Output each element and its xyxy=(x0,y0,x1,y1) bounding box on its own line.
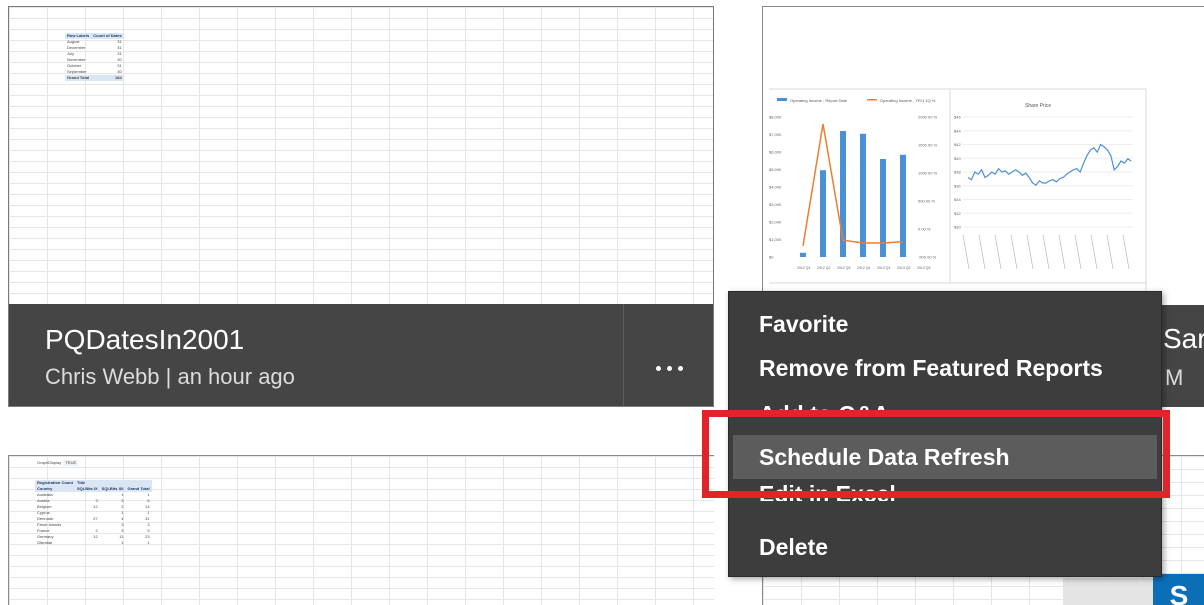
ellipsis-icon xyxy=(656,365,661,371)
table-cell: Gibraltar xyxy=(37,540,53,545)
y-tick-label: $36 xyxy=(954,183,961,188)
y-tick-label: $38 xyxy=(954,170,961,175)
table-cell: 1 xyxy=(147,540,150,545)
y-tick-label: $34 xyxy=(954,197,961,202)
x-tick-label: 2012 Q1 xyxy=(797,266,810,270)
legend-swatch xyxy=(777,98,787,101)
ellipsis-icon xyxy=(678,365,683,371)
y-tick-label: $32 xyxy=(954,211,961,216)
highlight-annotation xyxy=(702,410,1170,498)
report-tile-pqdates[interactable]: Row Labels Count of Dates August 31 Decem… xyxy=(8,6,714,407)
y-tick-label: $8,000 xyxy=(769,115,782,120)
y-tick-label: $2,000 xyxy=(769,220,782,225)
ellipsis-icon xyxy=(667,365,672,371)
x-tick-label: 2013 Q3 xyxy=(917,266,930,270)
chart-title: Share Price xyxy=(1025,103,1051,109)
y-tick-label: $40 xyxy=(954,156,961,161)
bar xyxy=(820,170,826,257)
x-tick-label: 2012 Q2 xyxy=(817,266,830,270)
sharepoint-icon: S xyxy=(1153,574,1204,605)
table-cell xyxy=(75,540,100,546)
table-row: Gibraltar 1 1 xyxy=(35,540,152,546)
report-tile-registrations[interactable]: GraphDisplay TRUE Registration Count Title… xyxy=(8,455,714,605)
report-title[interactable]: PQDatesIn2001 xyxy=(45,324,244,356)
pivot-table-thumbnail: Registration Count Title Country SQLBits I… xyxy=(35,480,152,546)
y-tick-label: $3,000 xyxy=(769,202,782,207)
legend-label: Operating Income - Report Date xyxy=(790,98,848,103)
y2-tick-label: 0.00 % xyxy=(918,227,931,232)
menu-item-favorite[interactable]: Favorite xyxy=(729,302,1161,346)
report-title[interactable]: Sar xyxy=(1163,323,1204,355)
report-meta: M xyxy=(1165,365,1184,390)
thumbnail-block xyxy=(1063,578,1153,605)
chart-thumbnail: Operating Income - Report Date Operating … xyxy=(763,7,1204,304)
y2-tick-label: 2000.00 % xyxy=(918,115,938,120)
y-tick-label: $30 xyxy=(954,225,961,230)
y-tick-label: $6,000 xyxy=(769,150,782,155)
y-tick-label: $46 xyxy=(954,115,961,120)
y2-tick-label: 1500.00 % xyxy=(918,143,938,148)
y-tick-label: $1,000 xyxy=(769,237,782,242)
filter-value: TRUE xyxy=(63,460,79,466)
bar xyxy=(860,133,866,257)
tile-caption-bar: PQDatesIn2001 Chris Webb | an hour ago xyxy=(9,304,713,406)
filter-cell: GraphDisplay TRUE xyxy=(35,460,79,466)
table-header: SQLBits IX xyxy=(75,486,100,492)
y-tick-label: $4,000 xyxy=(769,185,782,190)
y2-tick-label: -500.00 % xyxy=(918,255,937,260)
pivot-table-thumbnail: Row Labels Count of Dates August 31 Decem… xyxy=(65,33,124,81)
report-meta: Chris Webb | an hour ago xyxy=(45,364,295,389)
menu-item-add-to-qa[interactable]: Add to Q&A xyxy=(729,392,1161,412)
report-thumbnail[interactable]: Operating Income - Report Date Operating … xyxy=(763,7,1204,304)
x-tick-label: 2012 Q4 xyxy=(857,266,870,270)
report-thumbnail[interactable]: Row Labels Count of Dates August 31 Decem… xyxy=(9,7,713,304)
more-options-button[interactable] xyxy=(624,304,713,406)
x-tick-label: 2013 Q1 xyxy=(877,266,890,270)
legend-label: Operating Income - YR/1 1Q % xyxy=(880,98,936,103)
table-cell: 184 xyxy=(91,75,124,81)
table-total-row: Grand Total 184 xyxy=(65,75,124,81)
report-thumbnail[interactable]: GraphDisplay TRUE Registration Count Title… xyxy=(9,456,714,605)
table-cell: 1 xyxy=(121,540,124,545)
y-tick-label: $42 xyxy=(954,142,961,147)
bar xyxy=(800,252,806,257)
x-tick-label: 2013 Q2 xyxy=(897,266,910,270)
legend-swatch xyxy=(867,99,877,101)
y2-tick-label: 1000.00 % xyxy=(918,171,938,176)
y-tick-label: $0 xyxy=(769,255,774,260)
y-tick-label: $44 xyxy=(954,128,961,133)
menu-item-remove-featured[interactable]: Remove from Featured Reports xyxy=(729,346,1161,390)
y2-tick-label: 500.00 % xyxy=(918,199,935,204)
y-tick-label: $7,000 xyxy=(769,132,782,137)
table-cell: Grand Total xyxy=(65,75,92,81)
menu-item-delete[interactable]: Delete xyxy=(729,525,1161,569)
x-tick-label: 2012 Q3 xyxy=(837,266,850,270)
y-tick-label: $5,000 xyxy=(769,167,782,172)
filter-label: GraphDisplay xyxy=(37,460,62,465)
